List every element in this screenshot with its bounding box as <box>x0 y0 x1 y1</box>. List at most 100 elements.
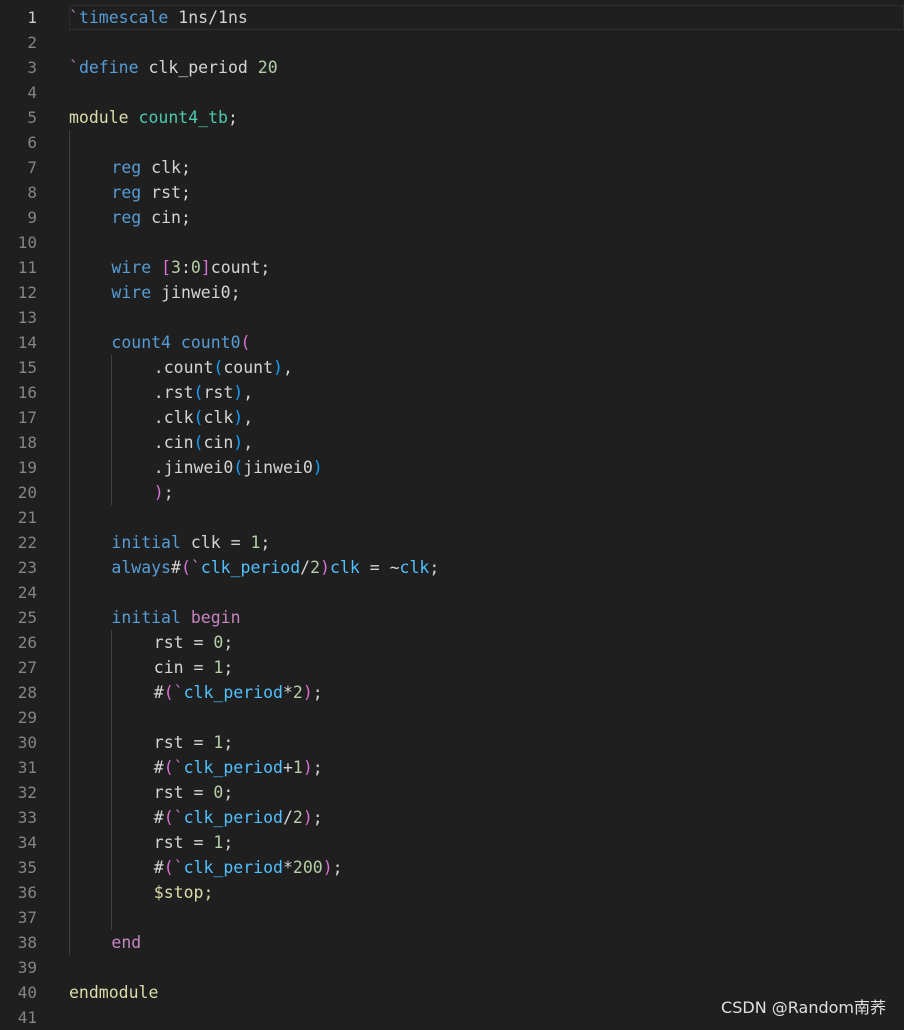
line-number: 28 <box>17 683 37 702</box>
line-code: `define clk_period 20 <box>69 55 904 80</box>
indent-guide <box>69 330 70 355</box>
code-line[interactable]: 3 `define clk_period 20 <box>0 55 904 80</box>
code-line[interactable]: 31 #(`clk_period+1); <box>0 755 904 780</box>
code-tokens: #(`clk_period*2); <box>154 680 323 705</box>
code-tokens: .cin(cin), <box>154 430 253 455</box>
code-line[interactable]: 26 rst = 0; <box>0 630 904 655</box>
indent-guide <box>69 180 70 205</box>
code-line[interactable]: 33 #(`clk_period/2); <box>0 805 904 830</box>
indent-guide <box>69 355 70 380</box>
code-token: wire <box>111 283 152 302</box>
code-token: 2 <box>292 683 303 702</box>
code-line[interactable]: 8 reg rst; <box>0 180 904 205</box>
code-line[interactable]: 34 rst = 1; <box>0 830 904 855</box>
line-code: rst = 0; <box>69 630 904 655</box>
code-token: 20 <box>257 58 278 77</box>
code-line[interactable]: 13 <box>0 305 904 330</box>
code-token: 2 <box>292 808 303 827</box>
code-line[interactable]: 21 <box>0 505 904 530</box>
code-line[interactable]: 9 reg cin; <box>0 205 904 230</box>
code-line[interactable]: 25 initial begin <box>0 605 904 630</box>
line-number: 36 <box>17 883 37 902</box>
code-token: ) <box>273 358 283 377</box>
code-line[interactable]: 1 `timescale 1ns/1ns <box>0 5 904 30</box>
code-token: ` <box>190 558 201 577</box>
code-token: clk_period <box>183 808 283 827</box>
code-token: ` <box>173 758 184 777</box>
line-code: .clk(clk), <box>69 405 904 430</box>
code-line[interactable]: 18 .cin(cin), <box>0 430 904 455</box>
code-token: cin; <box>141 208 191 227</box>
code-token: ; <box>312 758 323 777</box>
code-token: ( <box>193 408 204 427</box>
code-line[interactable]: 11 wire [3:0]count; <box>0 255 904 280</box>
line-code: reg cin; <box>69 205 904 230</box>
code-line[interactable]: 15 .count(count), <box>0 355 904 380</box>
code-token: ` <box>69 58 79 77</box>
code-line[interactable]: 20); <box>0 480 904 505</box>
code-line[interactable]: 36 $stop; <box>0 880 904 905</box>
code-line[interactable]: 17 .clk(clk), <box>0 405 904 430</box>
code-line[interactable]: 27 cin = 1; <box>0 655 904 680</box>
code-line[interactable]: 10 <box>0 230 904 255</box>
code-token: # <box>153 858 164 877</box>
code-token: ` <box>69 8 79 27</box>
code-tokens: reg clk; <box>111 155 190 180</box>
indent-guide <box>69 280 70 305</box>
indent-guide <box>111 730 113 755</box>
code-token: rst = <box>153 633 214 652</box>
code-token: clk_period <box>138 58 258 77</box>
code-line[interactable]: 35 #(`clk_period*200); <box>0 855 904 880</box>
code-token: , <box>282 358 293 377</box>
line-number: 34 <box>17 833 37 852</box>
code-line[interactable]: 29 <box>0 705 904 730</box>
code-token: clk_period <box>183 683 283 702</box>
line-number: 10 <box>17 233 37 252</box>
indent-guide <box>111 655 113 680</box>
line-number: 16 <box>17 383 37 402</box>
code-token: .jinwei0 <box>153 458 234 477</box>
code-line[interactable]: 23 always#(`clk_period/2)clk = ~clk; <box>0 555 904 580</box>
indent-guide <box>69 255 70 280</box>
code-tokens: reg cin; <box>111 205 190 230</box>
code-token: timescale <box>78 8 169 27</box>
code-line[interactable]: 6 <box>0 130 904 155</box>
code-line[interactable]: 4 <box>0 80 904 105</box>
code-editor[interactable]: 1 `timescale 1ns/1ns 2 3 `define clk_period … <box>0 5 904 1030</box>
code-line[interactable]: 14 count4 count0( <box>0 330 904 355</box>
indent-guide <box>69 130 70 155</box>
code-token: end <box>111 933 142 952</box>
line-code: rst = 1; <box>69 830 904 855</box>
code-line[interactable]: 5 module count4_tb; <box>0 105 904 130</box>
indent-guide <box>69 380 70 405</box>
code-tokens: reg rst; <box>111 180 190 205</box>
code-token: ( <box>233 458 244 477</box>
indent-guide <box>69 930 70 955</box>
code-line[interactable]: 24 <box>0 580 904 605</box>
code-line[interactable]: 16 .rst(rst), <box>0 380 904 405</box>
code-line[interactable]: 32 rst = 0; <box>0 780 904 805</box>
indent-guide <box>111 680 113 705</box>
line-number: 22 <box>17 533 37 552</box>
code-token: count4_tb <box>138 108 228 127</box>
code-line[interactable]: 28 #(`clk_period*2); <box>0 680 904 705</box>
code-line[interactable]: 7 reg clk; <box>0 155 904 180</box>
code-line[interactable]: 39 <box>0 955 904 980</box>
code-token: ; <box>429 558 440 577</box>
code-line[interactable]: 37 <box>0 905 904 930</box>
indent-guide <box>69 680 70 705</box>
code-tokens: rst = 0; <box>154 630 233 655</box>
code-line[interactable]: 30 rst = 1; <box>0 730 904 755</box>
code-line[interactable]: 19 .jinwei0(jinwei0) <box>0 455 904 480</box>
code-line[interactable]: 12 wire jinwei0; <box>0 280 904 305</box>
indent-guide <box>69 430 70 455</box>
line-number: 24 <box>17 583 37 602</box>
code-line[interactable]: 2 <box>0 30 904 55</box>
code-tokens: initial clk = 1; <box>111 530 270 555</box>
code-token: ` <box>173 683 184 702</box>
code-token: jinwei0; <box>151 283 241 302</box>
code-line[interactable]: 38 end <box>0 930 904 955</box>
code-tokens: wire [3:0]count; <box>111 255 270 280</box>
code-line[interactable]: 22 initial clk = 1; <box>0 530 904 555</box>
